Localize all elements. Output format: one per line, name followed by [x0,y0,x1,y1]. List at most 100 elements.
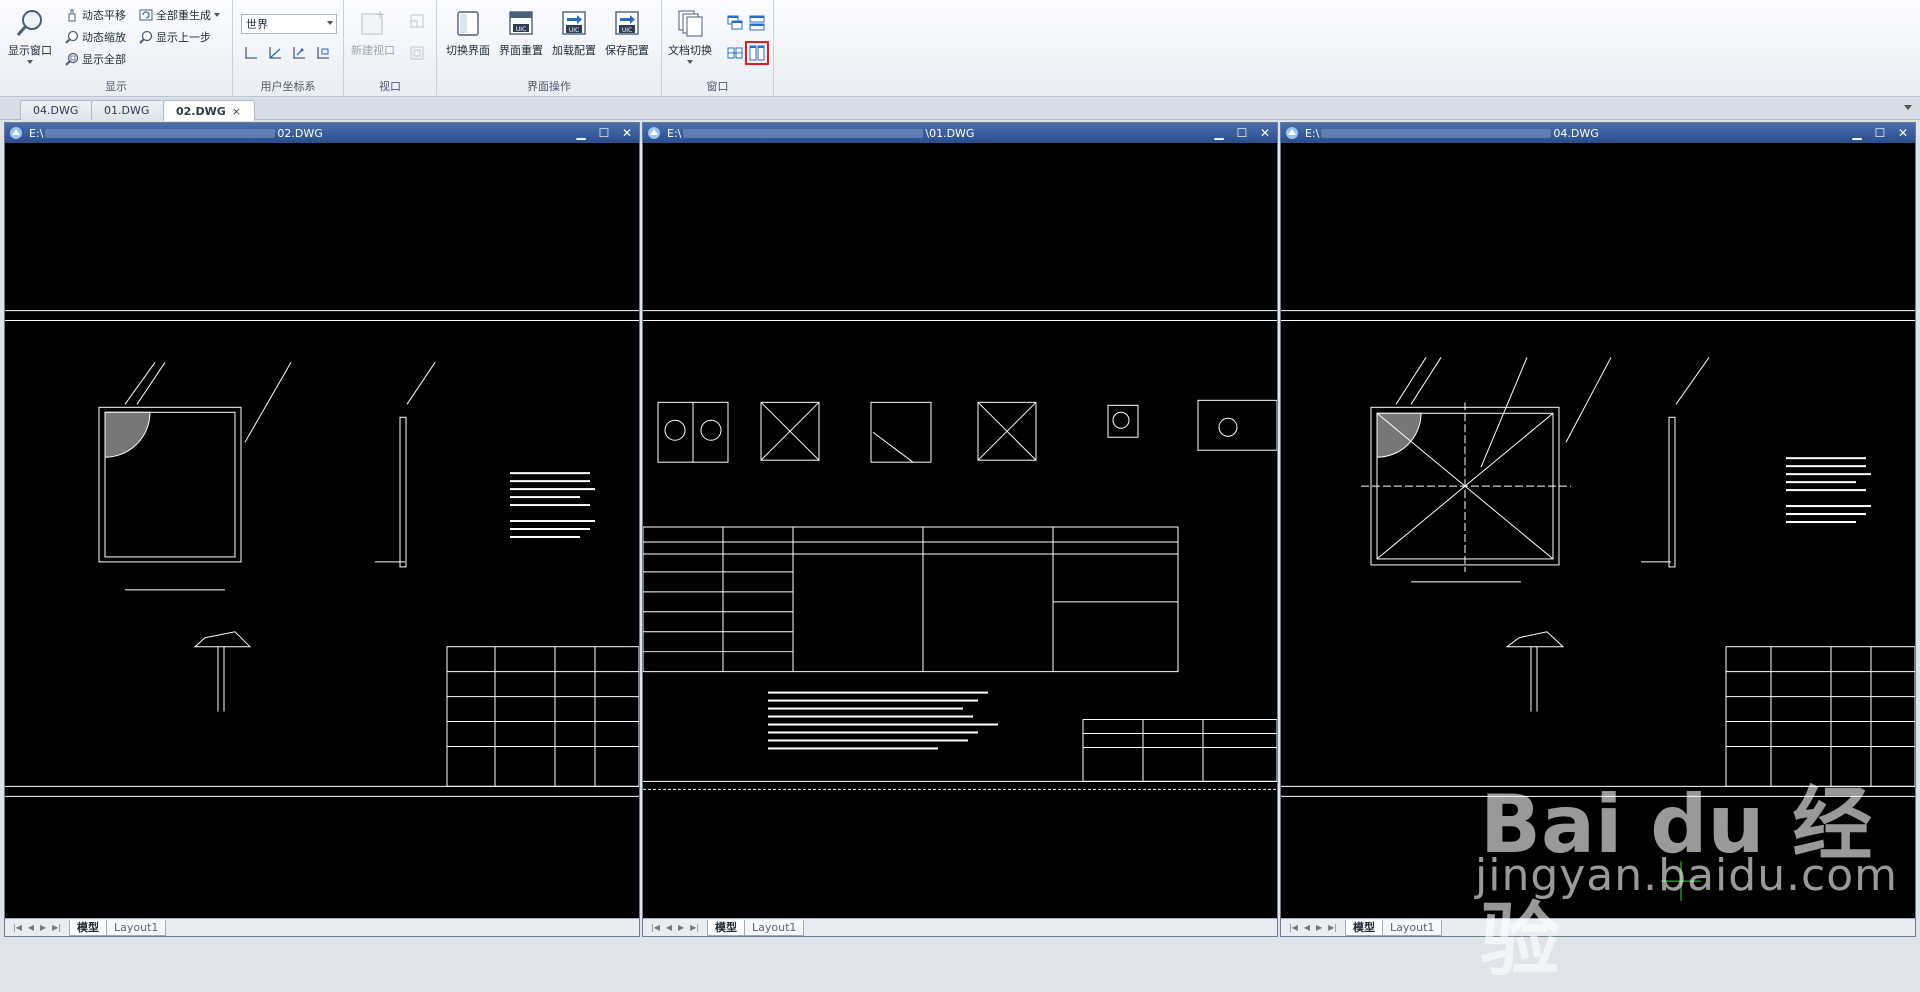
group-ui-ops: 切换界面 UIC 界面重置 UIC 加载配置 UIC 保存配置 界面操作 [437,0,662,97]
doc-switch-button[interactable]: 文档切换 [668,6,712,64]
tab-list-dropdown-icon[interactable] [1904,105,1912,110]
save-config-button[interactable]: UIC 保存配置 [605,6,649,58]
next-icon[interactable]: ▶ [1316,923,1322,932]
dropdown-arrow-icon [27,60,33,64]
close-icon[interactable]: ✕ [1897,126,1909,140]
drawing-window-01[interactable]: E:\ \01.DWG ▁ ☐ ✕ |◀ ◀ ▶ ▶| 模型 Layout1 [642,122,1278,937]
first-icon[interactable]: |◀ [1289,923,1298,932]
layout-nav-arrows[interactable]: |◀ ◀ ▶ ▶| [643,923,707,932]
first-icon[interactable]: |◀ [13,923,22,932]
layout-statusbar: |◀ ◀ ▶ ▶| 模型 Layout1 [643,918,1277,936]
dropdown-arrow-icon [687,60,693,64]
doc-switch-icon [673,6,707,40]
tab-04-dwg[interactable]: 04.DWG [20,100,92,120]
dynamic-pan-button[interactable]: 动态平移 [64,5,126,24]
viewport-clip-icon[interactable] [408,12,426,30]
path-prefix: E:\ [29,126,44,140]
maximize-icon[interactable]: ☐ [598,126,610,140]
next-icon[interactable]: ▶ [40,923,46,932]
group-label-display: 显示 [105,80,127,93]
drawing-window-02[interactable]: E:\ 02.DWG ▁ ☐ ✕ |◀ ◀ ▶ ▶| 模型 Layout1 [4,122,640,937]
app-icon [648,127,660,139]
layout-statusbar: |◀ ◀ ▶ ▶| 模型 Layout1 [5,918,639,936]
next-icon[interactable]: ▶ [678,923,684,932]
switch-ui-label: 切换界面 [446,44,490,57]
regen-icon [138,7,153,22]
reset-ui-icon: UIC [504,6,538,40]
ucs-rotate-icon[interactable] [266,44,284,62]
tile-horizontal-icon[interactable] [748,14,766,32]
close-icon[interactable]: ✕ [621,126,633,140]
window-controls: ▁ ☐ ✕ [575,123,633,143]
document-tabbar: 04.DWG 01.DWG 02.DWG × [0,98,1920,121]
new-viewport-button[interactable]: 新建视口 [351,6,395,58]
tile-vertical-icon[interactable] [745,41,769,65]
group-window: 文档切换 窗口 [662,0,774,97]
arrange-icons-icon[interactable] [726,44,744,62]
ucs-3point-icon[interactable] [290,44,308,62]
maximize-icon[interactable]: ☐ [1236,126,1248,140]
ucs-origin-icon[interactable] [242,44,260,62]
last-icon[interactable]: ▶| [690,923,699,932]
layout-tab-model[interactable]: 模型 [1345,919,1384,936]
dynamic-zoom-button[interactable]: 动态缩放 [64,27,126,46]
minimize-icon[interactable]: ▁ [575,126,587,140]
last-icon[interactable]: ▶| [1328,923,1337,932]
zoom-extents-icon [64,51,79,66]
dynamic-pan-label: 动态平移 [82,8,126,22]
prev-icon[interactable]: ◀ [28,923,34,932]
reset-ui-button[interactable]: UIC 界面重置 [499,6,543,58]
path-suffix: 02.DWG [277,126,323,140]
show-prev-button[interactable]: 显示上一步 [138,27,211,46]
tab-02-dwg[interactable]: 02.DWG × [163,100,255,121]
prev-icon[interactable]: ◀ [666,923,672,932]
layout-tab-layout1[interactable]: Layout1 [106,919,167,936]
app-icon [10,127,22,139]
layout-nav-arrows[interactable]: |◀ ◀ ▶ ▶| [5,923,69,932]
first-icon[interactable]: |◀ [651,923,660,932]
dynamic-zoom-label: 动态缩放 [82,30,126,44]
layout-tab-layout1[interactable]: Layout1 [744,919,805,936]
redacted-path [1321,129,1552,138]
window-titlebar[interactable]: E:\ \01.DWG ▁ ☐ ✕ [643,123,1277,143]
redacted-path [683,129,924,138]
doc-switch-label: 文档切换 [668,44,712,57]
window-controls: ▁ ☐ ✕ [1851,123,1909,143]
window-title-path: E:\ \01.DWG [667,127,974,140]
load-config-button[interactable]: UIC 加载配置 [552,6,596,58]
last-icon[interactable]: ▶| [52,923,61,932]
new-viewport-label: 新建视口 [351,44,395,57]
path-prefix: E:\ [1305,126,1320,140]
save-config-icon: UIC [610,6,644,40]
group-label-ui-ops: 界面操作 [527,80,571,93]
minimize-icon[interactable]: ▁ [1213,126,1225,140]
cad-drawing-02 [5,310,639,797]
path-prefix: E:\ [667,126,682,140]
cascade-windows-icon[interactable] [726,14,744,32]
maximize-icon[interactable]: ☐ [1874,126,1886,140]
drawing-canvas[interactable] [643,143,1277,918]
ucs-object-icon[interactable] [314,44,332,62]
layout-tab-model[interactable]: 模型 [69,919,108,936]
show-window-button[interactable]: 显示窗口 [8,6,52,64]
layout-tab-model[interactable]: 模型 [707,919,746,936]
minimize-icon[interactable]: ▁ [1851,126,1863,140]
drawing-canvas[interactable] [5,143,639,918]
ucs-combo[interactable]: 世界 [241,14,337,34]
window-titlebar[interactable]: E:\ 02.DWG ▁ ☐ ✕ [5,123,639,143]
tab-01-dwg[interactable]: 01.DWG [91,100,164,120]
close-icon[interactable]: ✕ [1259,126,1271,140]
close-tab-icon[interactable]: × [232,105,241,118]
viewport-scale-icon[interactable] [408,44,426,62]
prev-icon[interactable]: ◀ [1304,923,1310,932]
path-suffix: 04.DWG [1553,126,1599,140]
pan-hand-icon [64,7,79,22]
window-titlebar[interactable]: E:\ 04.DWG ▁ ☐ ✕ [1281,123,1915,143]
layout-tab-layout1[interactable]: Layout1 [1382,919,1443,936]
show-all-button[interactable]: 显示全部 [64,49,126,68]
regen-all-button[interactable]: 全部重生成 [138,5,220,24]
layout-nav-arrows[interactable]: |◀ ◀ ▶ ▶| [1281,923,1345,932]
new-viewport-icon [356,6,390,40]
switch-ui-button[interactable]: 切换界面 [446,6,490,58]
group-viewport: 新建视口 视口 [344,0,437,97]
